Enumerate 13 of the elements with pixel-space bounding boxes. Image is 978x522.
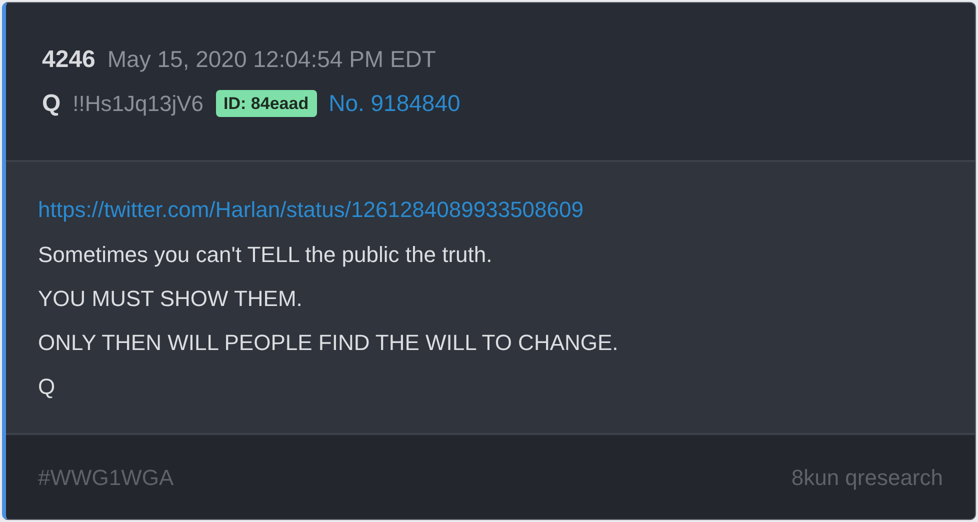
post-number-link[interactable]: No. 9184840 — [328, 86, 460, 121]
post-text-line: ONLY THEN WILL PEOPLE FIND THE WILL TO CHANGE. — [38, 329, 620, 357]
id-badge: ID: 84eaad — [216, 90, 317, 118]
author-name: Q — [42, 88, 61, 118]
post-text-line: Sometimes you can't TELL the public the truth. — [38, 241, 494, 269]
tripcode: !!Hs1Jq13jV6 — [72, 90, 204, 118]
post-text-line: YOU MUST SHOW THEM. — [38, 285, 304, 313]
tweet-link[interactable]: https://twitter.com/Harlan/status/1261284089933508609 — [38, 193, 975, 226]
drop-number: 4246 — [42, 44, 96, 74]
hashtag: #WWG1WGA — [38, 464, 174, 492]
post-text-line: Q — [38, 373, 56, 401]
post-timestamp: May 15, 2020 12:04:54 PM EDT — [107, 44, 436, 74]
source-label: 8kun qresearch — [791, 464, 943, 492]
